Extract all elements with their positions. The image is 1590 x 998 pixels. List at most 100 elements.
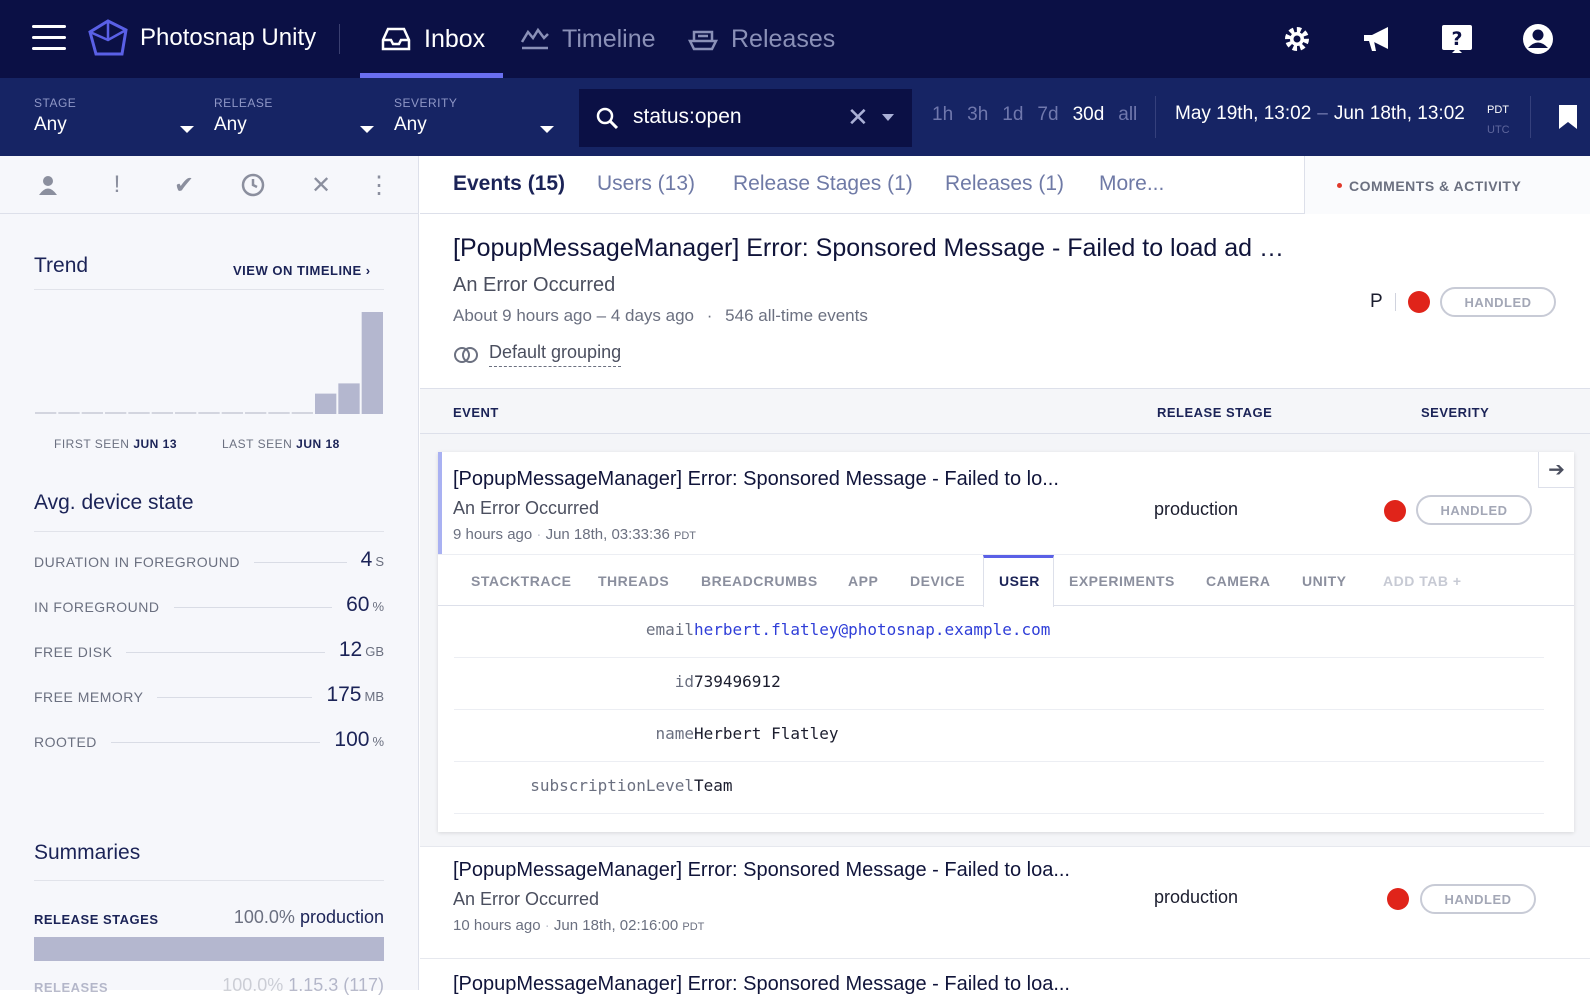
tab-unity[interactable]: UNITY <box>1302 573 1347 589</box>
range-1d[interactable]: 1d <box>1002 104 1023 126</box>
events-table-header: EVENT RELEASE STAGE SEVERITY <box>420 388 1590 434</box>
tab-users[interactable]: Users (13) <box>597 172 695 196</box>
snooze-icon[interactable] <box>240 172 266 198</box>
first-seen-label: FIRST SEEN <box>54 437 130 451</box>
summaries-title: Summaries <box>34 841 141 864</box>
event-ago: 10 hours ago <box>453 917 541 934</box>
search-value: status:open <box>633 105 742 128</box>
account-icon[interactable] <box>1521 22 1555 56</box>
search-dropdown-icon[interactable] <box>882 114 894 121</box>
range-all[interactable]: all <box>1118 104 1137 126</box>
summary-pct: 100.0% <box>222 975 284 995</box>
range-1h[interactable]: 1h <box>932 104 953 126</box>
date-range[interactable]: May 19th, 13:02– Jun 18th, 13:02 <box>1175 103 1465 125</box>
priority-icon[interactable]: ! <box>104 171 130 198</box>
comments-activity-button[interactable]: COMMENTS & ACTIVITY <box>1304 156 1590 214</box>
trend-bar <box>268 412 290 414</box>
trend-bar <box>291 412 313 414</box>
date-separator: – <box>1317 103 1328 124</box>
stage-filter[interactable]: STAGE Any <box>34 96 194 136</box>
menu-icon[interactable] <box>32 25 66 51</box>
device-metric-row: ROOTED 100% <box>34 726 384 756</box>
last-seen-date: JUN 18 <box>296 437 340 451</box>
add-tab-button[interactable]: ADD TAB + <box>1383 573 1462 589</box>
timezone-toggle[interactable]: PDT UTC <box>1487 100 1510 140</box>
tab-inbox-label: Inbox <box>424 24 486 53</box>
tab-breadcrumbs[interactable]: BREADCRUMBS <box>701 573 818 589</box>
help-icon[interactable]: ? <box>1440 22 1474 56</box>
severity-filter[interactable]: SEVERITY Any <box>394 96 554 136</box>
first-seen-date: JUN 13 <box>133 437 177 451</box>
view-on-timeline-link[interactable]: VIEW ON TIMELINE › <box>233 263 371 278</box>
more-icon[interactable]: ⋮ <box>366 172 392 199</box>
tab-events[interactable]: Events (15) <box>453 172 565 196</box>
tab-releases[interactable]: Releases <box>687 0 835 78</box>
severity-error-icon <box>1408 291 1430 313</box>
app-name: Photosnap Unity <box>140 24 317 51</box>
device-metric-row: IN FOREGROUND 60% <box>34 591 384 621</box>
metric-value: 4S <box>346 548 384 572</box>
ignore-icon[interactable]: ✕ <box>308 172 334 199</box>
tab-device[interactable]: DEVICE <box>910 573 965 589</box>
fix-icon[interactable]: ✔ <box>171 172 197 199</box>
field-value-email[interactable]: herbert.flatley@photosnap.example.com <box>694 620 1050 639</box>
event-row[interactable]: [PopupMessageManager] Error: Sponsored M… <box>420 958 1590 998</box>
range-3h[interactable]: 3h <box>967 104 988 126</box>
search-input[interactable]: status:open ✕ <box>579 89 912 147</box>
tab-experiments[interactable]: EXPERIMENTS <box>1069 573 1175 589</box>
tab-app[interactable]: APP <box>848 573 878 589</box>
timeline-icon <box>520 27 549 50</box>
metric-label: FREE MEMORY <box>34 689 158 705</box>
metric-number: 100 <box>334 728 370 751</box>
event-tz: PDT <box>682 921 705 933</box>
summary-release-stages[interactable]: RELEASE STAGES 100.0% production <box>34 907 384 927</box>
tab-more[interactable]: More... <box>1099 172 1164 196</box>
user-field-subscription: subscriptionLevel Team <box>454 762 1544 814</box>
user-field-email: email herbert.flatley@photosnap.example.… <box>454 606 1544 658</box>
tab-user[interactable]: USER <box>999 573 1040 589</box>
metric-label: FREE DISK <box>34 644 127 660</box>
divider <box>34 880 384 881</box>
assign-icon[interactable] <box>35 172 61 198</box>
tab-threads[interactable]: THREADS <box>598 573 669 589</box>
error-event-count: 546 all-time events <box>725 306 868 325</box>
event-title: [PopupMessageManager] Error: Sponsored M… <box>453 973 1070 995</box>
range-7d[interactable]: 7d <box>1037 104 1058 126</box>
tab-release-stages[interactable]: Release Stages (1) <box>733 172 913 196</box>
search-icon <box>596 107 619 130</box>
chevron-down-icon <box>180 126 194 133</box>
event-subtitle: An Error Occurred <box>453 889 600 909</box>
severity-error-icon <box>1384 500 1406 522</box>
date-from: May 19th, 13:02 <box>1175 103 1312 124</box>
trend-chart <box>35 312 383 414</box>
announcement-icon[interactable] <box>1360 22 1394 56</box>
event-detail-tabs: STACKTRACE THREADS BREADCRUMBS APP DEVIC… <box>438 554 1574 607</box>
priority-badge[interactable]: P <box>1370 291 1383 313</box>
range-30d[interactable]: 30d <box>1073 104 1105 126</box>
tab-releases-count[interactable]: Releases (1) <box>945 172 1064 196</box>
metric-number: 12 <box>338 638 363 661</box>
event-timestamp: Jun 18th, 02:16:00 <box>553 917 679 934</box>
field-value: 739496912 <box>694 672 781 691</box>
error-meta: About 9 hours ago – 4 days ago · 546 all… <box>453 306 868 326</box>
summary-label: RELEASES <box>34 980 109 995</box>
tab-timeline[interactable]: Timeline <box>520 0 656 78</box>
summary-releases[interactable]: RELEASES 100.0% 1.15.3 (117) <box>34 975 384 995</box>
event-row[interactable]: [PopupMessageManager] Error: Sponsored M… <box>420 846 1590 958</box>
event-card-expanded[interactable]: [PopupMessageManager] Error: Sponsored M… <box>438 452 1574 832</box>
grouping-link[interactable]: Default grouping <box>453 342 622 367</box>
severity-filter-value: Any <box>394 114 427 135</box>
open-event-arrow-icon[interactable]: ➔ <box>1538 452 1574 488</box>
tab-inbox[interactable]: Inbox <box>359 0 504 78</box>
tab-stacktrace[interactable]: STACKTRACE <box>471 573 571 589</box>
device-metric-row: DURATION IN FOREGROUND 4 S <box>34 546 384 576</box>
clear-search-icon[interactable]: ✕ <box>847 102 869 133</box>
event-time: 10 hours ago · Jun 18th, 02:16:00 PDT <box>453 917 705 934</box>
release-filter[interactable]: RELEASE Any <box>214 96 374 136</box>
settings-icon[interactable] <box>1280 22 1314 56</box>
bookmark-icon[interactable] <box>1558 104 1578 130</box>
severity-filter-label: SEVERITY <box>394 96 458 110</box>
tab-camera[interactable]: CAMERA <box>1206 573 1270 589</box>
trend-bar <box>361 312 383 414</box>
metric-value: 175 MB <box>312 683 384 707</box>
